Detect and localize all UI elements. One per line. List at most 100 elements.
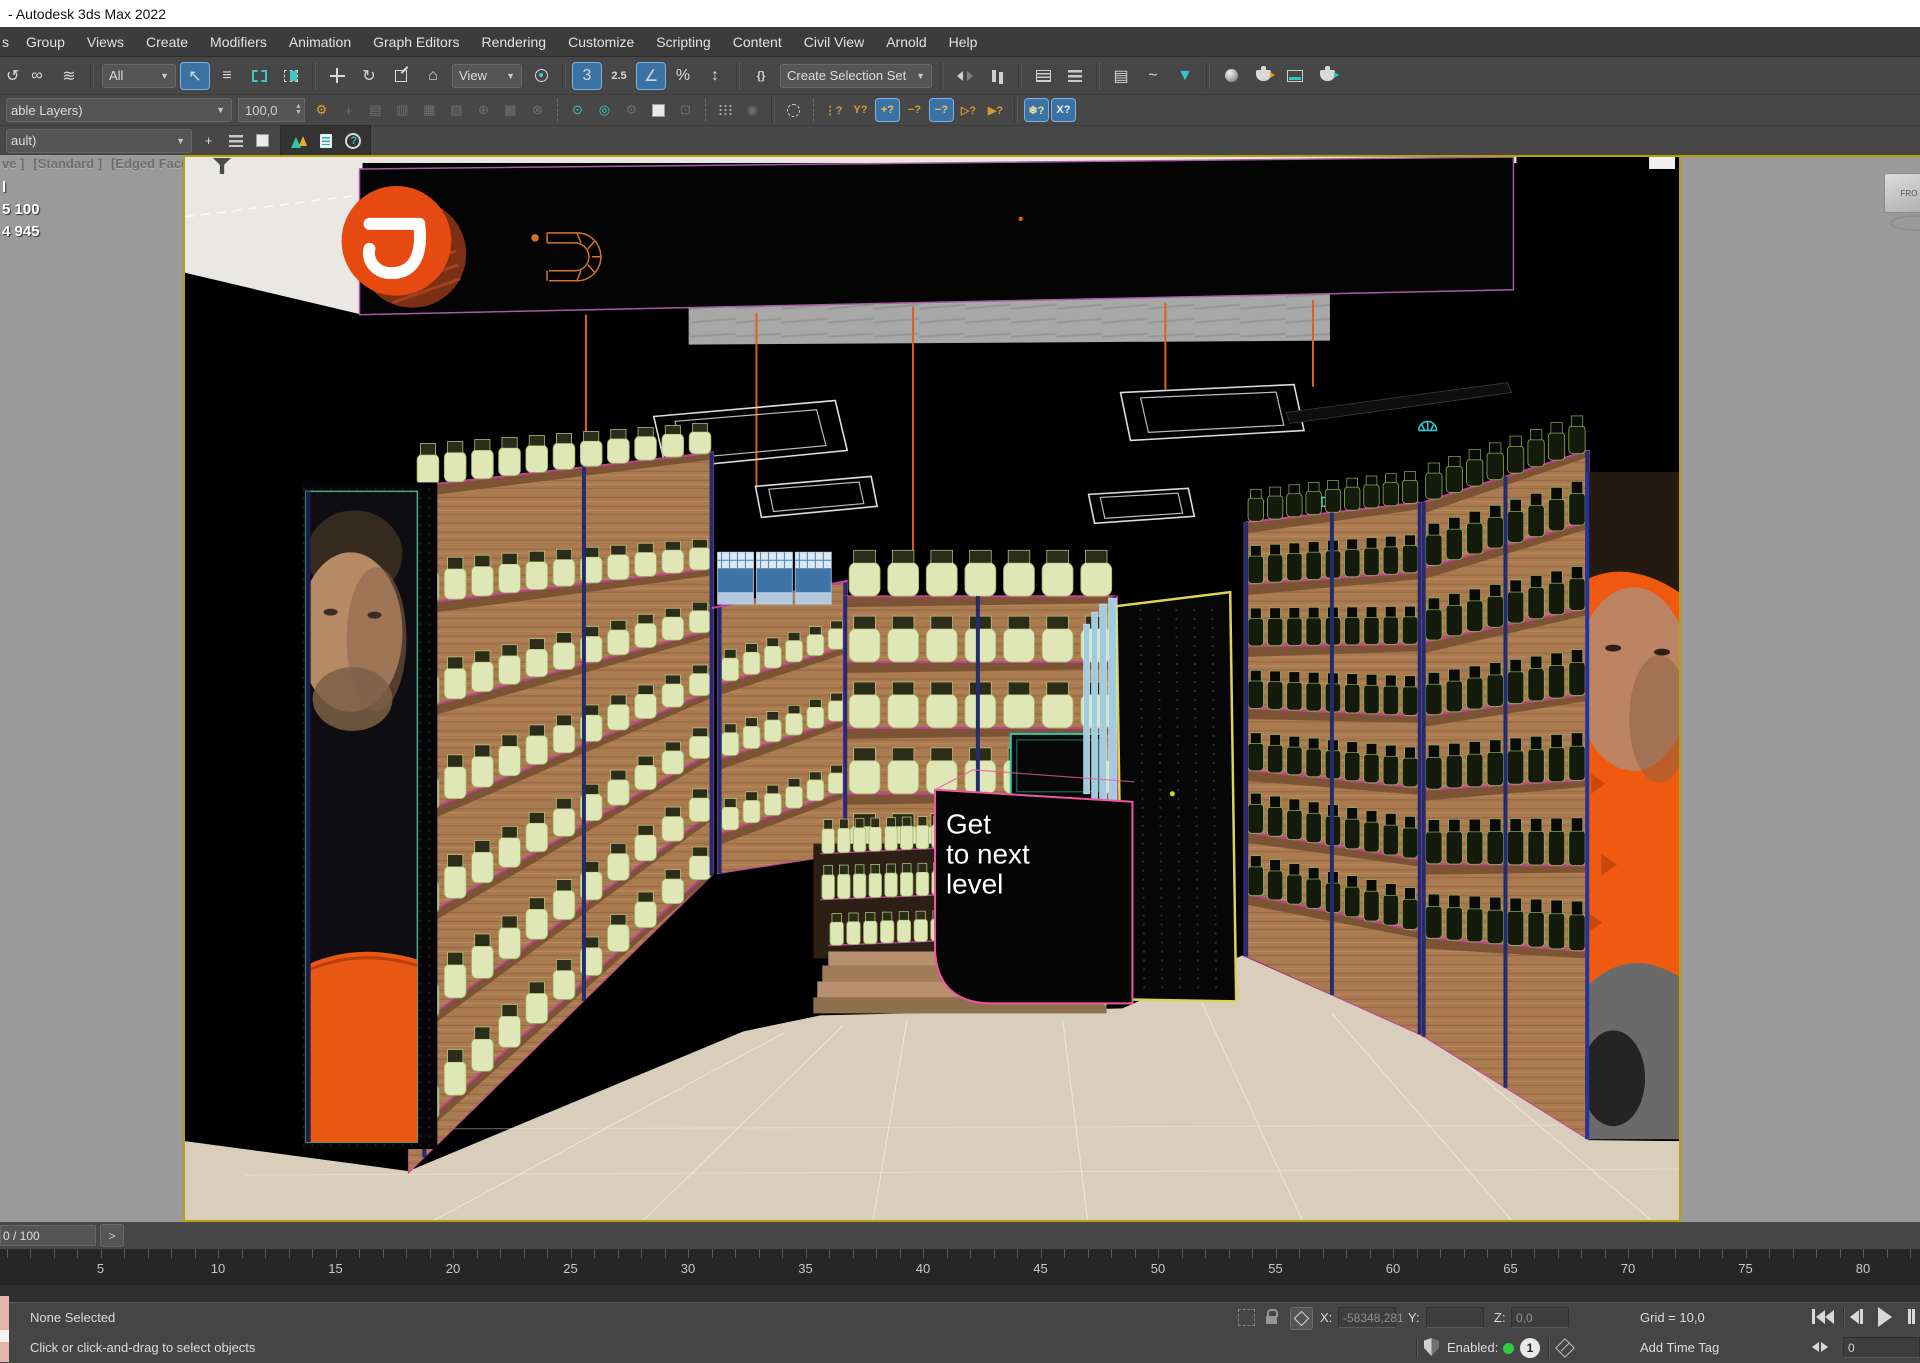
toggle-ribbon-button[interactable]: ▤: [1106, 62, 1136, 90]
selection-lock-icon[interactable]: [1266, 1316, 1277, 1324]
align-button[interactable]: [982, 62, 1012, 90]
play-animation-button[interactable]: [1878, 1307, 1892, 1327]
reference-coordinate-dropdown[interactable]: View▼: [452, 64, 522, 88]
named-selection-sets-button[interactable]: {}: [746, 62, 776, 90]
x-coordinate-field[interactable]: -58348,281: [1338, 1307, 1396, 1328]
frame-number-field[interactable]: 0: [1843, 1337, 1920, 1358]
opacity-spinner[interactable]: 100,0▲▼: [238, 98, 305, 122]
layers-stack-icon[interactable]: [223, 129, 248, 153]
z-coordinate-field[interactable]: 0,0: [1511, 1307, 1569, 1328]
curve-editor-button[interactable]: ~: [1138, 62, 1168, 90]
absolute-mode-transform-button[interactable]: [1290, 1307, 1313, 1330]
grid-question-icon[interactable]: ⋮?: [821, 98, 846, 122]
select-object-button[interactable]: ↖: [180, 62, 210, 90]
ik-question-icon[interactable]: Y?: [848, 98, 873, 122]
track-bar[interactable]: [0, 1284, 1920, 1303]
help-circle-icon[interactable]: [340, 129, 365, 153]
layer-settings-icon[interactable]: ⚙: [309, 98, 334, 122]
isolate-selection-icon[interactable]: [1238, 1309, 1255, 1326]
snap-25-button[interactable]: 2.5: [604, 62, 634, 90]
transform-target-icon[interactable]: ◎: [592, 98, 617, 122]
bind-to-space-warp-icon[interactable]: ≋: [54, 62, 84, 90]
use-pivot-point-button[interactable]: [526, 62, 556, 90]
viewport-faces-label[interactable]: [Edged Faces ]: [111, 156, 183, 171]
layer-remove-icon[interactable]: ⊗: [525, 98, 550, 122]
cursor-question-icon[interactable]: ▷?: [956, 98, 981, 122]
menu-item-civil-view[interactable]: Civil View: [793, 27, 875, 56]
add-to-layer-icon[interactable]: ▦: [417, 98, 442, 122]
schematic-view-button[interactable]: ▼: [1170, 62, 1200, 90]
create-selection-set-dropdown[interactable]: Create Selection Set▼: [780, 64, 932, 88]
go-to-start-button[interactable]: [1812, 1309, 1834, 1324]
new-layer-icon[interactable]: +: [336, 98, 361, 122]
snap-toggle-3d-button[interactable]: 3: [572, 62, 602, 90]
slider-question-button[interactable]: −?: [929, 98, 954, 122]
next-frame-button[interactable]: >: [100, 1224, 124, 1247]
percent-snap-button[interactable]: %: [668, 62, 698, 90]
viewport-shading-label[interactable]: [Standard ]: [33, 156, 102, 171]
menu-item-arnold[interactable]: Arnold: [875, 27, 937, 56]
freeze-question-button[interactable]: ❄?: [1024, 98, 1049, 122]
menu-item-create[interactable]: Create: [135, 27, 199, 56]
layer-list-icon[interactable]: ▩: [498, 98, 523, 122]
enabled-count-badge[interactable]: 1: [1520, 1338, 1540, 1358]
viewcube[interactable]: FRO: [1884, 173, 1920, 213]
menu-item-s[interactable]: s: [0, 27, 15, 56]
select-layer-objects-icon[interactable]: ▧: [444, 98, 469, 122]
toggle-layer-explorer-button[interactable]: [1060, 62, 1090, 90]
menu-item-help[interactable]: Help: [938, 27, 989, 56]
default-layer-dropdown[interactable]: ault)▼: [6, 129, 192, 153]
camera-viewport[interactable]: Getto nextlevel: [183, 155, 1681, 1222]
menu-item-views[interactable]: Views: [76, 27, 135, 56]
gear-sphere-icon[interactable]: ⚙: [619, 98, 644, 122]
previous-frame-button[interactable]: [1850, 1309, 1864, 1324]
select-and-link-icon[interactable]: ∞: [22, 62, 52, 90]
checked-box-icon[interactable]: [646, 98, 671, 122]
populate-flora-icon[interactable]: [286, 129, 311, 153]
transform-offset-icon[interactable]: ⊙: [565, 98, 590, 122]
material-editor-button[interactable]: [1216, 62, 1246, 90]
angle-snap-button[interactable]: ∠: [636, 62, 666, 90]
layers-dropdown[interactable]: able Layers)▼: [6, 98, 232, 122]
selection-filter-dropdown[interactable]: All▼: [102, 64, 176, 88]
dot-grid-icon[interactable]: [713, 98, 738, 122]
shield-icon[interactable]: [1424, 1338, 1439, 1356]
select-and-rotate-button[interactable]: ↻: [354, 62, 384, 90]
select-and-place-button[interactable]: ⌂: [418, 62, 448, 90]
layer-properties-icon[interactable]: ▥: [390, 98, 415, 122]
menu-item-scripting[interactable]: Scripting: [645, 27, 721, 56]
select-and-scale-button[interactable]: [386, 62, 416, 90]
delete-layer-icon[interactable]: ▤: [363, 98, 388, 122]
create-layer-plus-icon[interactable]: +: [196, 129, 221, 153]
spinner-snap-button[interactable]: ↕: [700, 62, 730, 90]
select-and-move-button[interactable]: [322, 62, 352, 90]
undo-redo-partial-icon[interactable]: ↺: [4, 62, 20, 90]
selection-region-button[interactable]: [244, 62, 274, 90]
mirror-button[interactable]: [950, 62, 980, 90]
plus-question-button[interactable]: +?: [875, 98, 900, 122]
viewport-label-fragment[interactable]: ve ]: [2, 156, 24, 171]
menu-item-animation[interactable]: Animation: [278, 27, 362, 56]
x-question-button[interactable]: X?: [1051, 98, 1076, 122]
window-crossing-button[interactable]: [276, 62, 306, 90]
arrow-question-icon[interactable]: ▶?: [983, 98, 1008, 122]
dashed-circle-icon[interactable]: [781, 98, 806, 122]
menu-item-rendering[interactable]: Rendering: [470, 27, 557, 56]
render-setup-button[interactable]: [1248, 62, 1278, 90]
keyframe-film-icon[interactable]: ◉: [740, 98, 765, 122]
select-by-name-button[interactable]: ≡: [212, 62, 242, 90]
timeline-ruler[interactable]: 5101520253035404550556065707580: [0, 1249, 1920, 1284]
y-coordinate-field[interactable]: [1426, 1307, 1484, 1328]
set-current-layer-icon[interactable]: ⊕: [471, 98, 496, 122]
menu-item-group[interactable]: Group: [15, 27, 76, 56]
render-production-button[interactable]: [1312, 62, 1342, 90]
key-mode-toggle[interactable]: [1812, 1342, 1828, 1352]
open-mini-curve-editor-button[interactable]: [0, 1296, 9, 1362]
add-time-tag[interactable]: Add Time Tag: [1640, 1340, 1719, 1355]
notes-document-icon[interactable]: [313, 129, 338, 153]
current-frame-field[interactable]: 0 / 100: [0, 1225, 96, 1246]
menu-item-modifiers[interactable]: Modifiers: [199, 27, 278, 56]
white-swatch-icon[interactable]: [250, 129, 275, 153]
viewcube-front-face[interactable]: FRO: [1901, 189, 1918, 198]
minus-question-icon[interactable]: −?: [902, 98, 927, 122]
